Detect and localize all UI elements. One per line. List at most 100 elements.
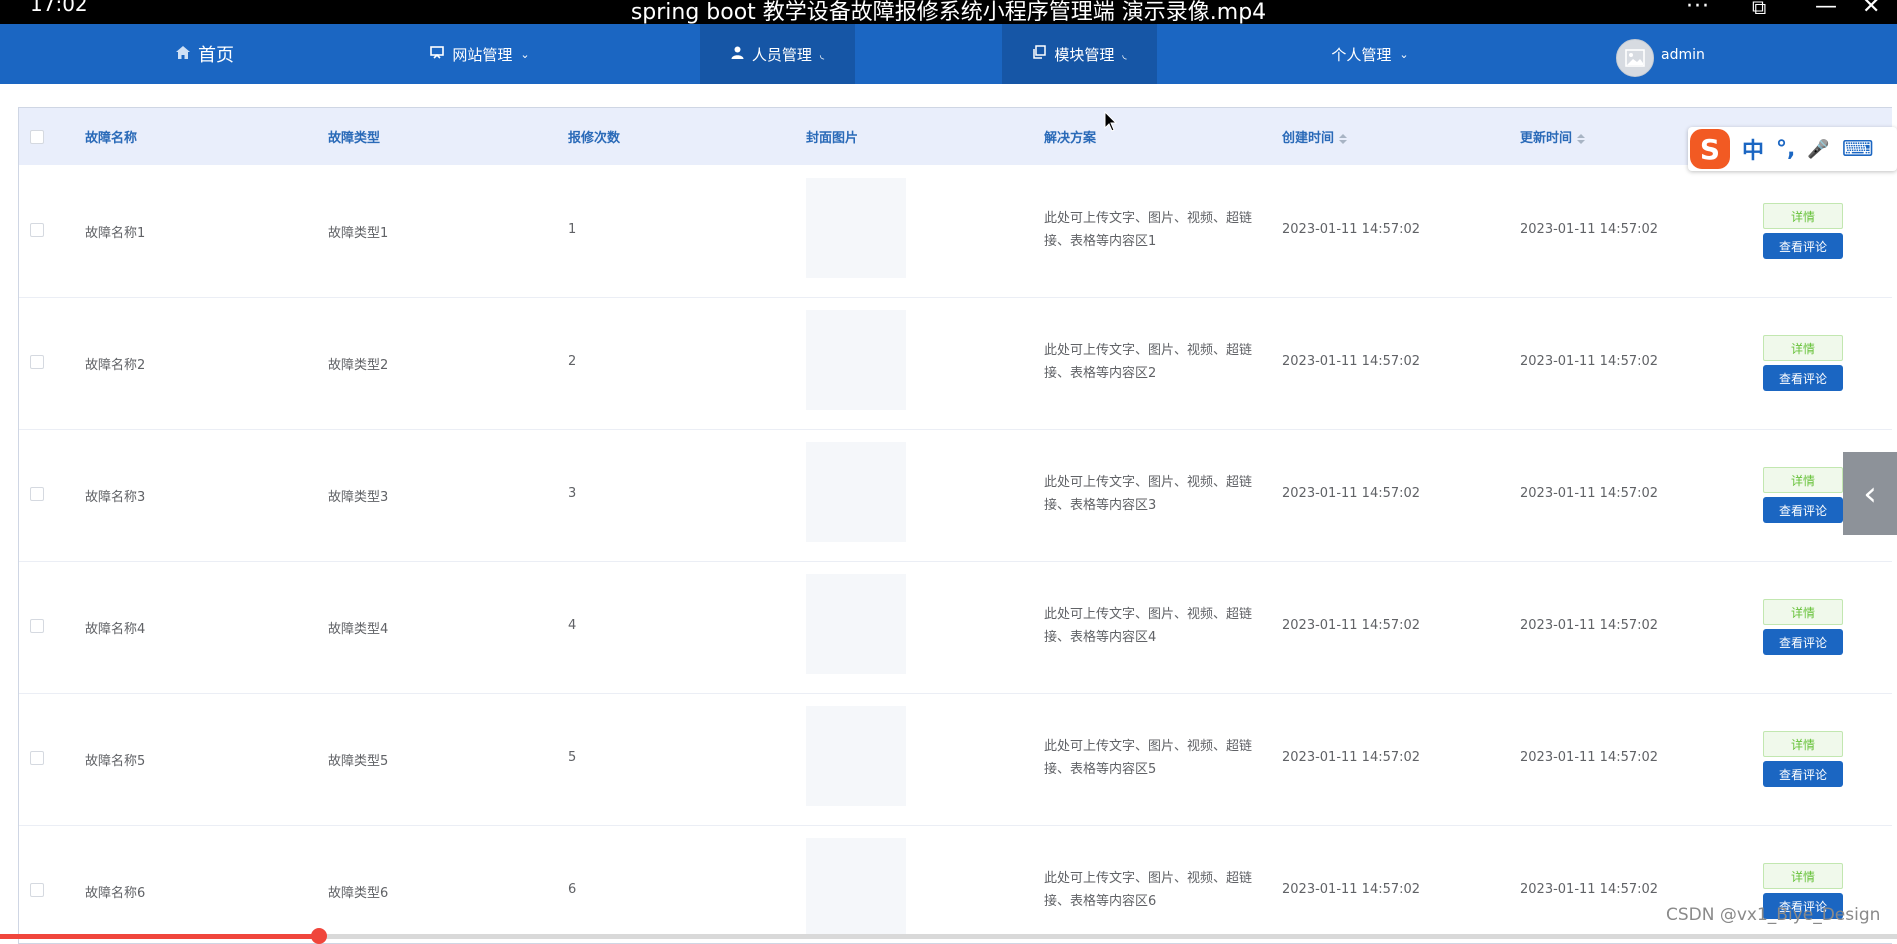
nav-personal-management[interactable]: 个人管理 ⌄ [1305, 24, 1435, 84]
nav-home-label: 首页 [198, 45, 234, 66]
cell-created-time: 2023-01-11 14:57:02 [1282, 882, 1421, 897]
username-label[interactable]: admin [1661, 47, 1705, 63]
view-comments-button[interactable]: 查看评论 [1763, 365, 1843, 391]
view-comments-button[interactable]: 查看评论 [1763, 629, 1843, 655]
user-icon [731, 46, 744, 63]
ime-logo[interactable]: S [1690, 129, 1730, 169]
image-icon [1625, 49, 1645, 67]
cell-fault-name: 故障名称2 [85, 358, 146, 373]
cover-image[interactable] [806, 706, 906, 806]
table-row: 故障名称6 故障类型6 6 此处可上传文字、图片、视频、超链接、表格等内容区6 … [19, 825, 1892, 943]
cell-fault-type: 故障类型1 [328, 226, 389, 241]
mouse-cursor-icon [1104, 111, 1118, 132]
cell-solution: 此处可上传文字、图片、视频、超链接、表格等内容区4 [1044, 607, 1253, 645]
cell-updated-time: 2023-01-11 14:57:02 [1520, 618, 1659, 633]
nav-site-label: 网站管理 [452, 45, 513, 64]
microphone-icon[interactable]: 🎤 [1807, 139, 1829, 160]
table-row: 故障名称5 故障类型5 5 此处可上传文字、图片、视频、超链接、表格等内容区5 … [19, 693, 1892, 826]
row-checkbox[interactable] [30, 355, 44, 369]
cell-updated-time: 2023-01-11 14:57:02 [1520, 750, 1659, 765]
nav-personal-label: 个人管理 [1331, 45, 1392, 64]
chevron-down-icon: ⌄ [1399, 47, 1409, 61]
header-created-time[interactable]: 创建时间 [1282, 127, 1348, 146]
side-panel-toggle[interactable]: ‹ [1843, 452, 1897, 535]
loading-spinner-icon: ◟ [819, 47, 825, 61]
table-row: 故障名称4 故障类型4 4 此处可上传文字、图片、视频、超链接、表格等内容区4 … [19, 561, 1892, 694]
header-cover-image: 封面图片 [806, 131, 859, 146]
cell-created-time: 2023-01-11 14:57:02 [1282, 354, 1421, 369]
table-row: 故障名称3 故障类型3 3 此处可上传文字、图片、视频、超链接、表格等内容区3 … [19, 429, 1892, 562]
header-fault-type: 故障类型 [328, 131, 381, 146]
cover-image[interactable] [806, 178, 906, 278]
cell-repair-count: 6 [568, 882, 577, 897]
cell-fault-name: 故障名称1 [85, 226, 146, 241]
header-created-time-label: 创建时间 [1282, 131, 1335, 146]
avatar[interactable] [1616, 39, 1654, 77]
header-updated-time[interactable]: 更新时间 [1520, 127, 1586, 146]
view-comments-button[interactable]: 查看评论 [1763, 233, 1843, 259]
video-progress-bar[interactable] [0, 928, 1897, 944]
cell-solution: 此处可上传文字、图片、视频、超链接、表格等内容区3 [1044, 475, 1253, 513]
detail-button[interactable]: 详情 [1763, 599, 1843, 625]
cell-fault-type: 故障类型6 [328, 886, 389, 901]
video-progress-handle[interactable] [311, 928, 327, 944]
sort-icon[interactable] [1339, 133, 1348, 144]
row-checkbox[interactable] [30, 751, 44, 765]
detail-button[interactable]: 详情 [1763, 863, 1843, 889]
cell-created-time: 2023-01-11 14:57:02 [1282, 750, 1421, 765]
restore-window-icon[interactable]: ⧉ [1752, 0, 1766, 19]
chevron-left-icon: ‹ [1863, 473, 1877, 514]
monitor-icon [430, 45, 445, 63]
cell-created-time: 2023-01-11 14:57:02 [1282, 486, 1421, 501]
nav-home[interactable]: 首页 [150, 24, 260, 84]
copy-icon [1032, 45, 1047, 63]
nav-site-management[interactable]: 网站管理 ⌄ [405, 24, 555, 84]
cover-image[interactable] [806, 574, 906, 674]
table-header: 故障名称 故障类型 报修次数 封面图片 解决方案 创建时间 更新时间 操作 [19, 108, 1892, 165]
detail-button[interactable]: 详情 [1763, 731, 1843, 757]
view-comments-button[interactable]: 查看评论 [1763, 761, 1843, 787]
cell-repair-count: 5 [568, 750, 577, 765]
home-icon [176, 45, 190, 63]
row-checkbox[interactable] [30, 883, 44, 897]
top-navigation: 首页 网站管理 ⌄ 人员管理 ◟ 模块管理 ◟ 个人管理 ⌄ admin [0, 24, 1897, 84]
more-icon[interactable]: ··· [1686, 0, 1710, 19]
nav-user-management[interactable]: 人员管理 ◟ [700, 24, 855, 84]
detail-button[interactable]: 详情 [1763, 467, 1843, 493]
cell-created-time: 2023-01-11 14:57:02 [1282, 618, 1421, 633]
row-checkbox[interactable] [30, 223, 44, 237]
detail-button[interactable]: 详情 [1763, 335, 1843, 361]
detail-button[interactable]: 详情 [1763, 203, 1843, 229]
cell-updated-time: 2023-01-11 14:57:02 [1520, 882, 1659, 897]
cover-image[interactable] [806, 838, 906, 938]
cell-updated-time: 2023-01-11 14:57:02 [1520, 486, 1659, 501]
view-comments-button[interactable]: 查看评论 [1763, 497, 1843, 523]
cell-repair-count: 1 [568, 222, 577, 237]
cover-image[interactable] [806, 310, 906, 410]
cell-updated-time: 2023-01-11 14:57:02 [1520, 354, 1659, 369]
cell-fault-type: 故障类型4 [328, 622, 389, 637]
data-table: 故障名称 故障类型 报修次数 封面图片 解决方案 创建时间 更新时间 操作 故障… [18, 107, 1892, 944]
table-row: 故障名称1 故障类型1 1 此处可上传文字、图片、视频、超链接、表格等内容区1 … [19, 165, 1892, 298]
header-updated-time-label: 更新时间 [1520, 131, 1573, 146]
cell-fault-name: 故障名称4 [85, 622, 146, 637]
ime-language-toggle[interactable]: 中 [1742, 133, 1764, 165]
sort-icon[interactable] [1577, 133, 1586, 144]
ime-punctuation-icon[interactable]: °, [1776, 137, 1795, 162]
row-checkbox[interactable] [30, 619, 44, 633]
video-player-title-bar: 17:02 spring boot 教学设备故障报修系统小程序管理端 演示录像.… [0, 0, 1897, 24]
minimize-icon[interactable]: — [1815, 0, 1837, 19]
nav-module-management[interactable]: 模块管理 ◟ [1002, 24, 1157, 84]
cell-updated-time: 2023-01-11 14:57:02 [1520, 222, 1659, 237]
select-all-checkbox[interactable] [30, 130, 44, 144]
cell-fault-name: 故障名称3 [85, 490, 146, 505]
nav-module-label: 模块管理 [1054, 45, 1115, 64]
cell-fault-type: 故障类型2 [328, 358, 389, 373]
cell-repair-count: 4 [568, 618, 577, 633]
close-icon[interactable]: ✕ [1862, 0, 1880, 19]
cell-created-time: 2023-01-11 14:57:02 [1282, 222, 1421, 237]
video-progress-fill [0, 934, 319, 939]
keyboard-icon[interactable]: ⌨ [1842, 137, 1874, 162]
cover-image[interactable] [806, 442, 906, 542]
row-checkbox[interactable] [30, 487, 44, 501]
